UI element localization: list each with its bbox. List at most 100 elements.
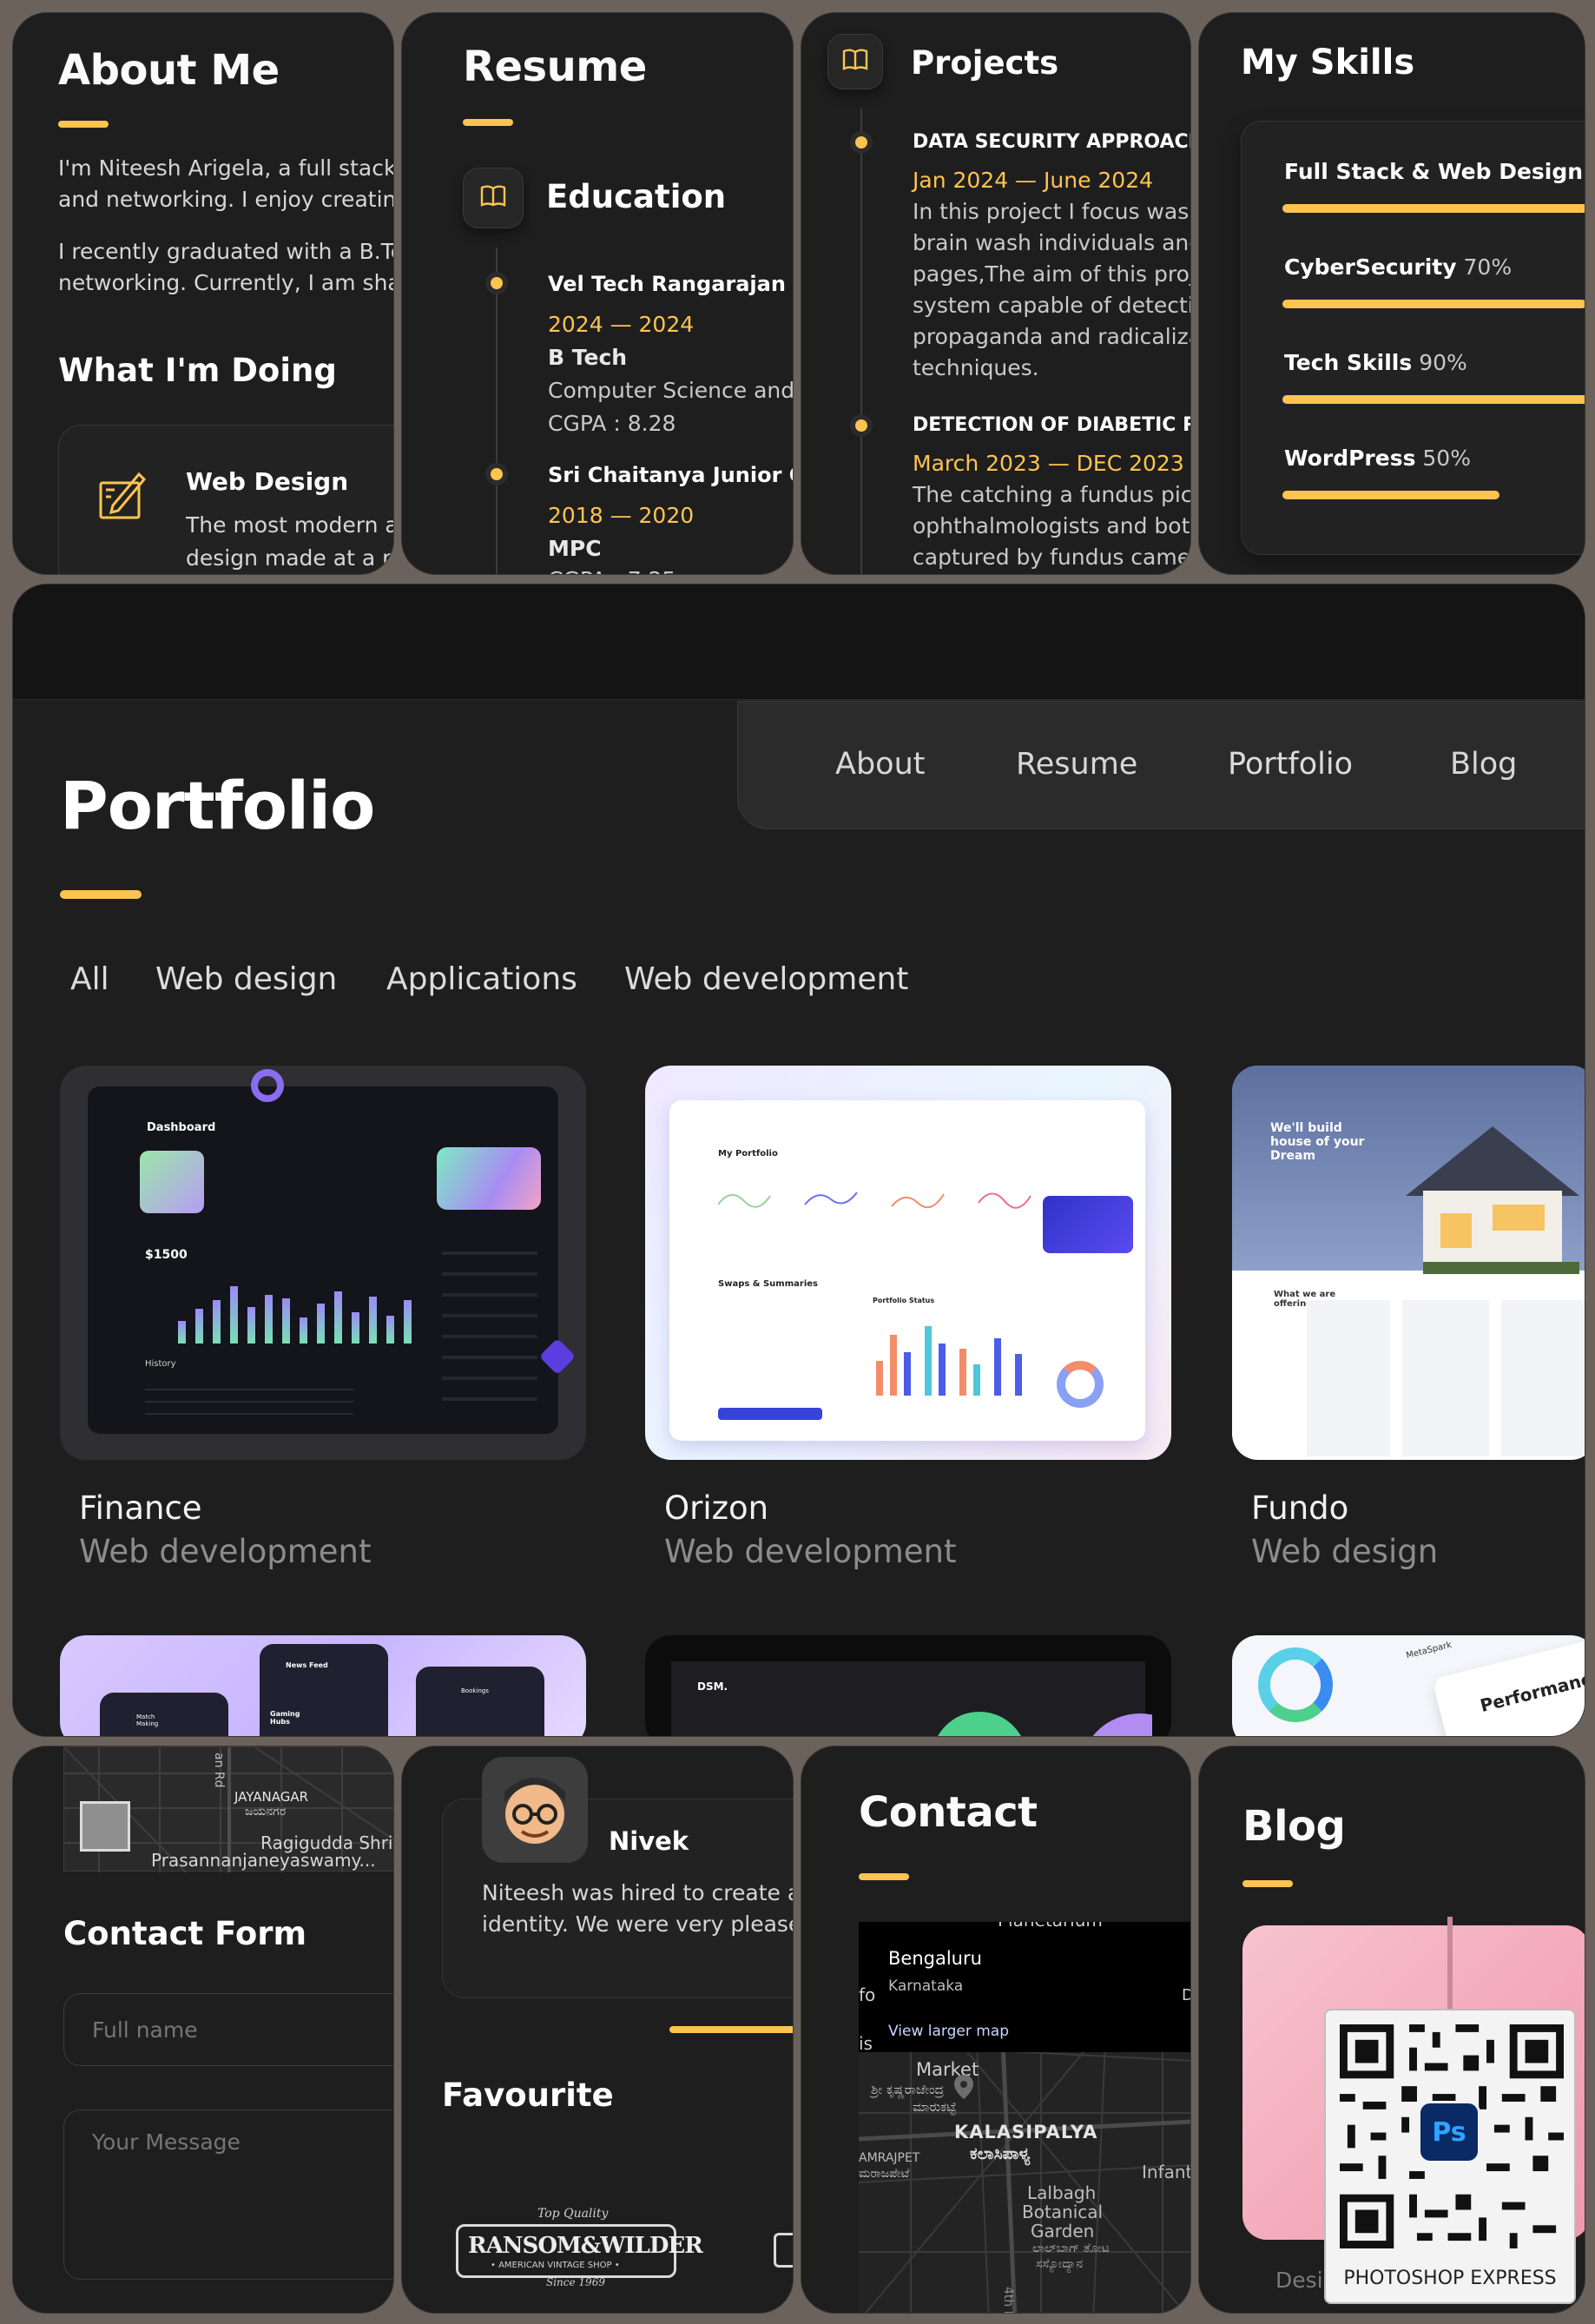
filter-web-development[interactable]: Web development	[624, 961, 908, 997]
service-card: Web Design The most modern and design ma…	[58, 425, 393, 574]
testimonial-text: identity. We were very pleased w	[482, 1911, 793, 1937]
project-thumb-gaming-app[interactable]: News Feed Gaming Hubs Match Making Booki…	[60, 1635, 586, 1736]
map-label: Botanical	[1022, 2202, 1104, 2222]
project-desc: pages,The aim of this projec	[913, 261, 1191, 287]
portfolio-title: Portfolio	[60, 767, 375, 844]
orizon-dashboard-screen: My Portfolio Swaps & Summaries Portfolio…	[669, 1100, 1145, 1441]
about-title: About Me	[58, 46, 280, 95]
finance-activity-list	[442, 1234, 537, 1416]
nav-resume[interactable]: Resume	[1016, 747, 1137, 782]
contact-form-card: JAYANAGAR ಜಯನಗರ Ragigudda Shri Prasannan…	[12, 1746, 394, 2314]
skill-value: 50%	[1422, 446, 1471, 471]
phone-label: Gaming Hubs	[270, 1710, 300, 1726]
about-text-line: I'm Niteesh Arigela, a full stack deve	[58, 155, 394, 181]
map-info-box: Bengaluru Karnataka View larger map	[859, 1922, 1190, 2052]
portfolio-card: About Resume Portfolio Blog Portfolio Al…	[12, 584, 1585, 1737]
logo-main: RANSOM&WILDER	[468, 2233, 703, 2259]
portfolio-underline	[60, 890, 142, 899]
service-text: The most modern and	[186, 512, 393, 538]
timeline-dot	[855, 136, 867, 149]
phone-label: Match Making	[136, 1713, 159, 1727]
project-date: Jan 2024 — June 2024	[913, 168, 1154, 193]
dsm-screen: DSM.	[671, 1661, 1152, 1736]
map-label: Planetarium	[998, 1922, 1103, 1931]
blog-card: Blog Design • Feb 23, 2022 Ps PHOTOSHOP …	[1198, 1746, 1585, 2314]
map-label: ಜಯನಗರ	[245, 1805, 287, 1819]
orizon-blue-card	[1043, 1196, 1133, 1253]
view-larger-map-link[interactable]: View larger map	[888, 2023, 1009, 2040]
phone-mock: News Feed Gaming Hubs	[260, 1644, 388, 1736]
about-underline	[58, 121, 109, 128]
project-thumb-metaspark[interactable]: MetaSpark Performance	[1232, 1635, 1585, 1736]
skill-bar	[1282, 491, 1499, 499]
nav-about[interactable]: About	[835, 747, 925, 782]
dsm-chart-green	[932, 1712, 1027, 1736]
grade: CGPA : 8.28	[548, 411, 676, 436]
timeline-line	[496, 248, 498, 574]
about-text-line: and networking. I enjoy creating ele	[58, 187, 393, 212]
project-thumb-orizon[interactable]: My Portfolio Swaps & Summaries Portfolio…	[645, 1066, 1171, 1460]
fundo-heading-line: Dream	[1270, 1149, 1316, 1163]
map-label: JAYANAGAR	[234, 1789, 309, 1805]
map-label: ಸಸ್ಯೋದ್ಯಾನ	[1036, 2257, 1084, 2271]
map-label: an Rd	[212, 1753, 226, 1788]
finance-card-gradient	[140, 1151, 204, 1213]
full-name-input[interactable]	[63, 1993, 393, 2066]
map-label: ಲಾಲ್‌ಬಾಗ್ ತೋಟ	[1032, 2241, 1110, 2255]
map-label: ಮಾರುಕಟ್ಟೆ	[913, 2099, 957, 2115]
resume-title: Resume	[463, 43, 647, 91]
school-name: Sri Chaitanya Junior Co	[548, 463, 794, 487]
slider-indicator[interactable]	[669, 2026, 793, 2033]
nav-portfolio[interactable]: Portfolio	[1228, 747, 1353, 782]
timeline-dot	[855, 419, 867, 432]
project-desc: The catching a fundus pictur	[913, 482, 1191, 507]
logo-sub: • AMERICAN VINTAGE SHOP •	[491, 2261, 620, 2270]
project-name: Fundo	[1251, 1489, 1349, 1527]
phone-mock: Bookings	[416, 1667, 544, 1736]
filter-applications[interactable]: Applications	[386, 961, 577, 997]
finance-credit-card	[437, 1147, 541, 1210]
filter-all[interactable]: All	[70, 961, 109, 997]
map-label: 4th M	[1001, 2287, 1015, 2314]
project-name: Orizon	[664, 1489, 769, 1527]
metaspark-brand: MetaSpark	[1405, 1640, 1453, 1661]
service-text: design made at a prof	[186, 545, 393, 571]
fundo-heading-line: house of your	[1270, 1135, 1365, 1149]
about-card: About Me I'm Niteesh Arigela, a full sta…	[12, 12, 394, 575]
project-category: Web development	[664, 1533, 957, 1570]
message-input[interactable]	[63, 2109, 393, 2280]
contact-underline	[859, 1873, 909, 1880]
map-embed[interactable]: Bengaluru Karnataka View larger map Plan…	[859, 1922, 1190, 2314]
project-thumb-fundo[interactable]: We'll build house of your Dream What we …	[1232, 1066, 1585, 1460]
timeline-dot	[491, 277, 503, 289]
finance-table-lines	[145, 1378, 353, 1422]
house-image	[1406, 1126, 1579, 1274]
skill-name: WordPress	[1284, 446, 1416, 471]
next-logo-partial	[774, 2233, 793, 2268]
map-label: Lalbagh	[1027, 2182, 1097, 2203]
nav-blog[interactable]: Blog	[1450, 747, 1517, 782]
skill-label: Tech Skills 90%	[1284, 350, 1467, 375]
timeline-dot	[491, 468, 503, 480]
project-desc: ophthalmologists and both p	[913, 513, 1190, 538]
map-label: ಕಲಾಸಿಪಾಳ್ಯ	[970, 2144, 1031, 2163]
portfolio-top-strip	[13, 584, 1585, 699]
filter-web-design[interactable]: Web design	[155, 961, 337, 997]
skills-card: My Skills Full Stack & Web Design 80 Cyb…	[1198, 12, 1585, 575]
project-category: Web development	[79, 1533, 372, 1570]
project-desc: In this project I focus was on	[913, 199, 1190, 224]
projects-title: Projects	[911, 44, 1059, 82]
contact-title: Contact	[859, 1788, 1038, 1837]
fundo-heading-line: We'll build	[1270, 1121, 1342, 1135]
small-map[interactable]: JAYANAGAR ಜಯನಗರ Ragigudda Shri Prasannan…	[63, 1746, 393, 1872]
project-title: DATA SECURITY APPROACH C	[913, 131, 1190, 153]
finance-amount: $1500	[145, 1248, 188, 1262]
map-label: D	[1182, 1986, 1190, 2004]
orizon-sparklines	[718, 1192, 1031, 1209]
map-thumbnail	[80, 1801, 130, 1852]
degree: B Tech	[548, 345, 628, 370]
project-thumb-dsm[interactable]: DSM.	[645, 1635, 1171, 1736]
project-thumb-finance[interactable]: Dashboard $1500 History	[60, 1066, 586, 1460]
blog-spoon-decoration	[1447, 1917, 1453, 2021]
book-icon	[480, 185, 506, 211]
